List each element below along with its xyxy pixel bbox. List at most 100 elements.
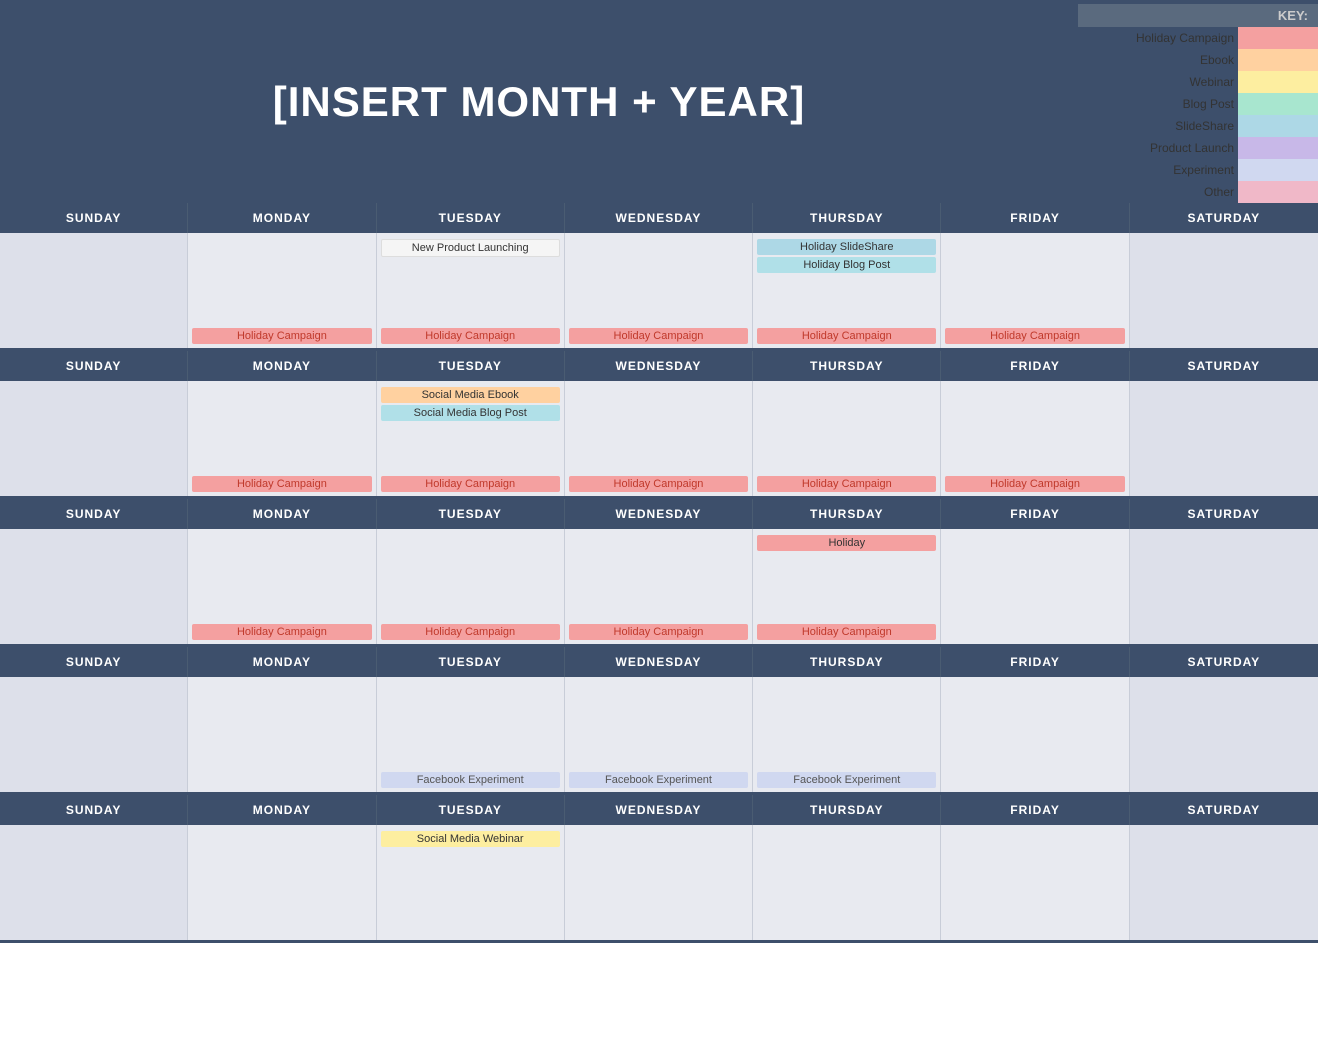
key-entry: Holiday Campaign <box>1078 27 1318 49</box>
day-cell <box>0 381 188 496</box>
key-swatch <box>1238 93 1318 115</box>
day-header-cell: TUESDAY <box>377 499 565 529</box>
cell-events: Holiday SlideShare Holiday Blog Post <box>757 239 936 273</box>
page: [INSERT MONTH + YEAR] KEY: Holiday Campa… <box>0 0 1318 943</box>
day-cell: Facebook Experiment <box>377 677 565 792</box>
header-block: [INSERT MONTH + YEAR] <box>0 0 1078 203</box>
key-entry-label: Product Launch <box>1078 139 1238 157</box>
day-cell <box>1130 233 1318 348</box>
day-header-cell: MONDAY <box>188 795 376 825</box>
event-tag: Social Media Webinar <box>381 831 560 847</box>
page-title: [INSERT MONTH + YEAR] <box>273 78 805 126</box>
day-cell: Holiday Campaign <box>565 381 753 496</box>
day-cell: Holiday Campaign <box>941 233 1129 348</box>
key-entry-label: Blog Post <box>1078 95 1238 113</box>
day-header-cell: FRIDAY <box>941 499 1129 529</box>
cell-footer-bar: Holiday Campaign <box>381 624 560 640</box>
key-swatch <box>1238 49 1318 71</box>
key-swatch <box>1238 181 1318 203</box>
day-header-cell: FRIDAY <box>941 351 1129 381</box>
day-cell: Facebook Experiment <box>565 677 753 792</box>
event-tag: Holiday SlideShare <box>757 239 936 255</box>
day-header-cell: SATURDAY <box>1130 351 1318 381</box>
week-row: Social Media Webinar <box>0 825 1318 943</box>
key-entry: SlideShare <box>1078 115 1318 137</box>
key-panel: KEY: Holiday Campaign Ebook Webinar Blog… <box>1078 0 1318 203</box>
day-header-cell: WEDNESDAY <box>565 203 753 233</box>
day-header-cell: SUNDAY <box>0 203 188 233</box>
key-entry: Other <box>1078 181 1318 203</box>
week-row: Facebook Experiment Facebook Experiment Fa… <box>0 677 1318 795</box>
cell-events: Social Media Webinar <box>381 831 560 847</box>
cell-footer-bar: Holiday Campaign <box>945 328 1124 344</box>
day-cell <box>1130 529 1318 644</box>
day-header-cell: FRIDAY <box>941 647 1129 677</box>
cell-footer-bar: Holiday Campaign <box>192 624 371 640</box>
day-header-cell: MONDAY <box>188 203 376 233</box>
key-swatch <box>1238 159 1318 181</box>
day-cell: Facebook Experiment <box>753 677 941 792</box>
cell-footer-bar: Holiday Campaign <box>569 624 748 640</box>
cell-events: Holiday <box>757 535 936 551</box>
day-header-cell: WEDNESDAY <box>565 499 753 529</box>
top-row: [INSERT MONTH + YEAR] KEY: Holiday Campa… <box>0 0 1318 203</box>
day-header-cell: SATURDAY <box>1130 795 1318 825</box>
key-entry: Webinar <box>1078 71 1318 93</box>
cell-footer-bar: Holiday Campaign <box>381 328 560 344</box>
day-cell <box>0 529 188 644</box>
cell-footer-bar: Holiday Campaign <box>945 476 1124 492</box>
day-header-cell: THURSDAY <box>753 647 941 677</box>
event-tag: New Product Launching <box>381 239 560 257</box>
event-tag: Holiday <box>757 535 936 551</box>
day-header-cell: SATURDAY <box>1130 499 1318 529</box>
day-header-cell: SATURDAY <box>1130 647 1318 677</box>
day-cell: Holiday Campaign <box>188 233 376 348</box>
day-cell: Social Media Webinar <box>377 825 565 940</box>
day-header-cell: THURSDAY <box>753 203 941 233</box>
cell-events: New Product Launching <box>381 239 560 257</box>
cell-footer-bar: Holiday Campaign <box>192 328 371 344</box>
day-cell: Holiday SlideShare Holiday Blog PostHolid… <box>753 233 941 348</box>
key-entry-label: SlideShare <box>1078 117 1238 135</box>
day-cell <box>188 825 376 940</box>
week-row: Holiday CampaignSocial Media EbookSocial… <box>0 381 1318 499</box>
event-tag: Holiday Blog Post <box>757 257 936 273</box>
day-header-cell: THURSDAY <box>753 499 941 529</box>
key-swatch <box>1238 27 1318 49</box>
day-header-cell: WEDNESDAY <box>565 351 753 381</box>
week-row: Holiday Campaign New Product Launching Hol… <box>0 233 1318 351</box>
cell-footer-bar: Facebook Experiment <box>381 772 560 788</box>
day-cell <box>188 677 376 792</box>
cell-footer-bar: Facebook Experiment <box>569 772 748 788</box>
day-header-cell: TUESDAY <box>377 203 565 233</box>
week-header-row: SUNDAYMONDAYTUESDAYWEDNESDAYTHURSDAYFRID… <box>0 499 1318 529</box>
key-entry-label: Ebook <box>1078 51 1238 69</box>
day-cell: Holiday Campaign <box>753 381 941 496</box>
day-cell <box>941 677 1129 792</box>
cell-footer-bar: Holiday Campaign <box>757 624 936 640</box>
key-entries: Holiday Campaign Ebook Webinar Blog Post… <box>1078 27 1318 203</box>
day-cell: Holiday Holiday Campaign <box>753 529 941 644</box>
day-cell: Holiday Campaign <box>565 529 753 644</box>
day-header-cell: WEDNESDAY <box>565 647 753 677</box>
day-cell <box>753 825 941 940</box>
day-cell <box>0 233 188 348</box>
day-cell: New Product Launching Holiday Campaign <box>377 233 565 348</box>
day-cell <box>941 529 1129 644</box>
day-header-cell: WEDNESDAY <box>565 795 753 825</box>
day-header-cell: FRIDAY <box>941 795 1129 825</box>
key-entry-label: Holiday Campaign <box>1078 29 1238 47</box>
calendar-body: SUNDAYMONDAYTUESDAYWEDNESDAYTHURSDAYFRID… <box>0 203 1318 943</box>
day-cell: Holiday Campaign <box>188 529 376 644</box>
day-header-cell: SUNDAY <box>0 499 188 529</box>
day-header-cell: MONDAY <box>188 647 376 677</box>
day-cell <box>1130 677 1318 792</box>
day-cell: Social Media EbookSocial Media Blog Post… <box>377 381 565 496</box>
day-cell <box>1130 825 1318 940</box>
key-entry: Experiment <box>1078 159 1318 181</box>
day-cell: Holiday Campaign <box>941 381 1129 496</box>
key-entry: Ebook <box>1078 49 1318 71</box>
week-header-row: SUNDAYMONDAYTUESDAYWEDNESDAYTHURSDAYFRID… <box>0 351 1318 381</box>
key-label: KEY: <box>1078 4 1318 27</box>
cell-footer-bar: Facebook Experiment <box>757 772 936 788</box>
